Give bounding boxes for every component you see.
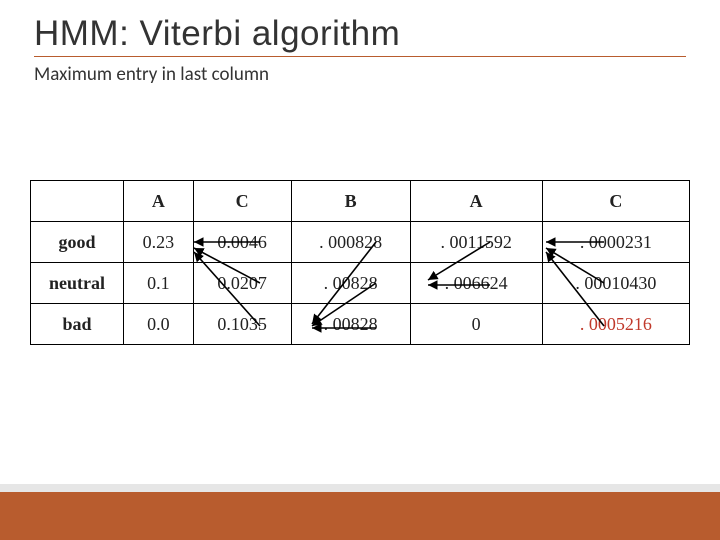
viterbi-table: A C B A C good 0.23 0.0046 . 000828 . 00… [30, 180, 690, 345]
row-header: bad [31, 304, 124, 345]
table-row: good 0.23 0.0046 . 000828 . 0011592 . 00… [31, 222, 690, 263]
col-header: C [542, 181, 689, 222]
cell: . 00010430 [542, 263, 689, 304]
col-header: C [193, 181, 291, 222]
footer-divider [0, 484, 720, 492]
cell: 0.0207 [193, 263, 291, 304]
cell: 0.0046 [193, 222, 291, 263]
col-header: A [124, 181, 194, 222]
subtitle: Maximum entry in last column [34, 63, 686, 86]
page-title: HMM: Viterbi algorithm [34, 14, 686, 57]
table-row: neutral 0.1 0.0207 . 00828 . 006624 . 00… [31, 263, 690, 304]
col-header: A [410, 181, 542, 222]
cell: . 000828 [291, 222, 410, 263]
cell: 0.1 [124, 263, 194, 304]
cell: . 0000231 [542, 222, 689, 263]
cell: 0.23 [124, 222, 194, 263]
table-corner [31, 181, 124, 222]
cell-highlight: . 0005216 [542, 304, 689, 345]
row-header: neutral [31, 263, 124, 304]
col-header: B [291, 181, 410, 222]
slide: HMM: Viterbi algorithm Maximum entry in … [0, 0, 720, 540]
cell: . 0011592 [410, 222, 542, 263]
cell: 0.1035 [193, 304, 291, 345]
cell: 0.0 [124, 304, 194, 345]
cell: . 00828 [291, 263, 410, 304]
viterbi-table-wrap: A C B A C good 0.23 0.0046 . 000828 . 00… [30, 180, 690, 345]
cell: . 00828 [291, 304, 410, 345]
row-header: good [31, 222, 124, 263]
cell: . 006624 [410, 263, 542, 304]
cell: 0 [410, 304, 542, 345]
table-header-row: A C B A C [31, 181, 690, 222]
footer-band [0, 492, 720, 540]
table-row: bad 0.0 0.1035 . 00828 0 . 0005216 [31, 304, 690, 345]
